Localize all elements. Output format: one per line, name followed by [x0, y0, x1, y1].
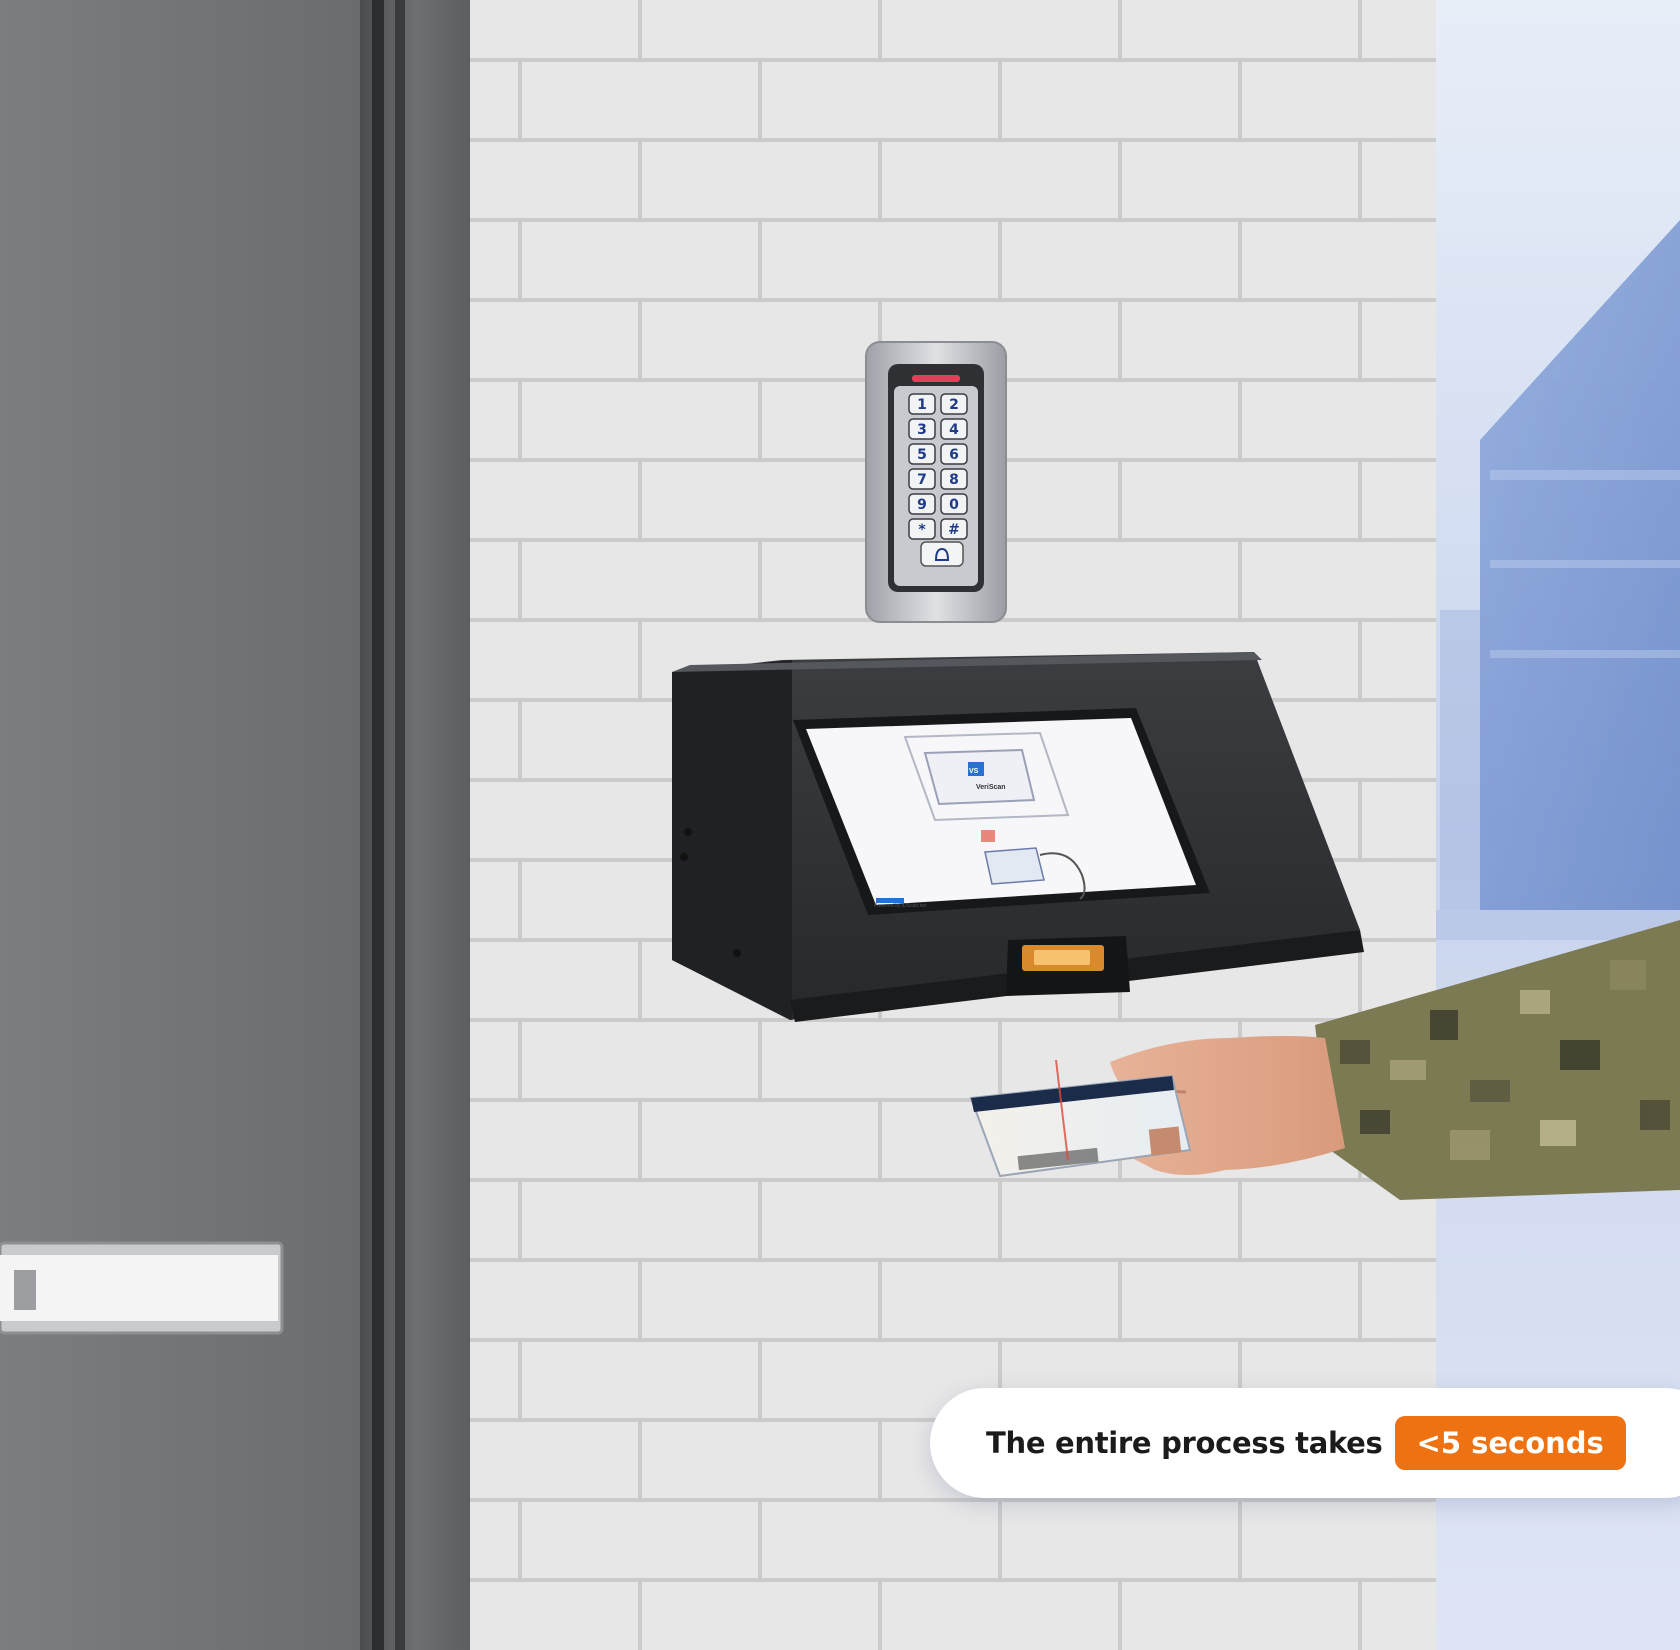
- keypad-key[interactable]: 5: [908, 443, 936, 465]
- access-keypad: [865, 341, 1007, 623]
- keypad-key-label: *: [918, 522, 926, 538]
- kiosk-logo: VS: [969, 768, 979, 775]
- keypad-key[interactable]: 8: [940, 468, 968, 490]
- keypad-key[interactable]: 0: [940, 493, 968, 515]
- keypad-key-label: 4: [949, 422, 959, 438]
- kiosk-footer: Powered by IDScan.net: [874, 903, 927, 909]
- keypad-key-label: 5: [917, 447, 927, 463]
- keypad-key[interactable]: #: [940, 518, 968, 540]
- keypad-key-label: 6: [949, 447, 959, 463]
- keypad-key[interactable]: 2: [940, 393, 968, 415]
- caption-banner: The entire process takes <5 seconds: [930, 1388, 1680, 1498]
- card-scanner-slot: [1006, 936, 1130, 996]
- keypad-key[interactable]: 6: [940, 443, 968, 465]
- caption-text: The entire process takes: [986, 1426, 1383, 1460]
- keypad-key[interactable]: 4: [940, 418, 968, 440]
- keypad-key[interactable]: 1: [908, 393, 936, 415]
- keypad-key[interactable]: *: [908, 518, 936, 540]
- keypad-key[interactable]: 3: [908, 418, 936, 440]
- time-badge: <5 seconds: [1394, 1416, 1626, 1470]
- kiosk-app-name: VeriScan: [976, 784, 1006, 791]
- keypad-key-label: 3: [917, 422, 927, 438]
- keypad-key[interactable]: 9: [908, 493, 936, 515]
- keypad-key-label: 1: [917, 397, 927, 413]
- keypad-key-label: 7: [917, 472, 927, 488]
- keypad-key-label: #: [948, 522, 960, 538]
- keypad-key-label: 9: [917, 497, 927, 513]
- door-handle: [0, 1241, 284, 1335]
- keypad-bell-button: [920, 541, 964, 567]
- door: [0, 0, 360, 1650]
- keypad-key[interactable]: 7: [908, 468, 936, 490]
- keypad-key-label: 2: [949, 397, 959, 413]
- keypad-key-label: 0: [949, 497, 959, 513]
- keypad-key-label: 8: [949, 472, 959, 488]
